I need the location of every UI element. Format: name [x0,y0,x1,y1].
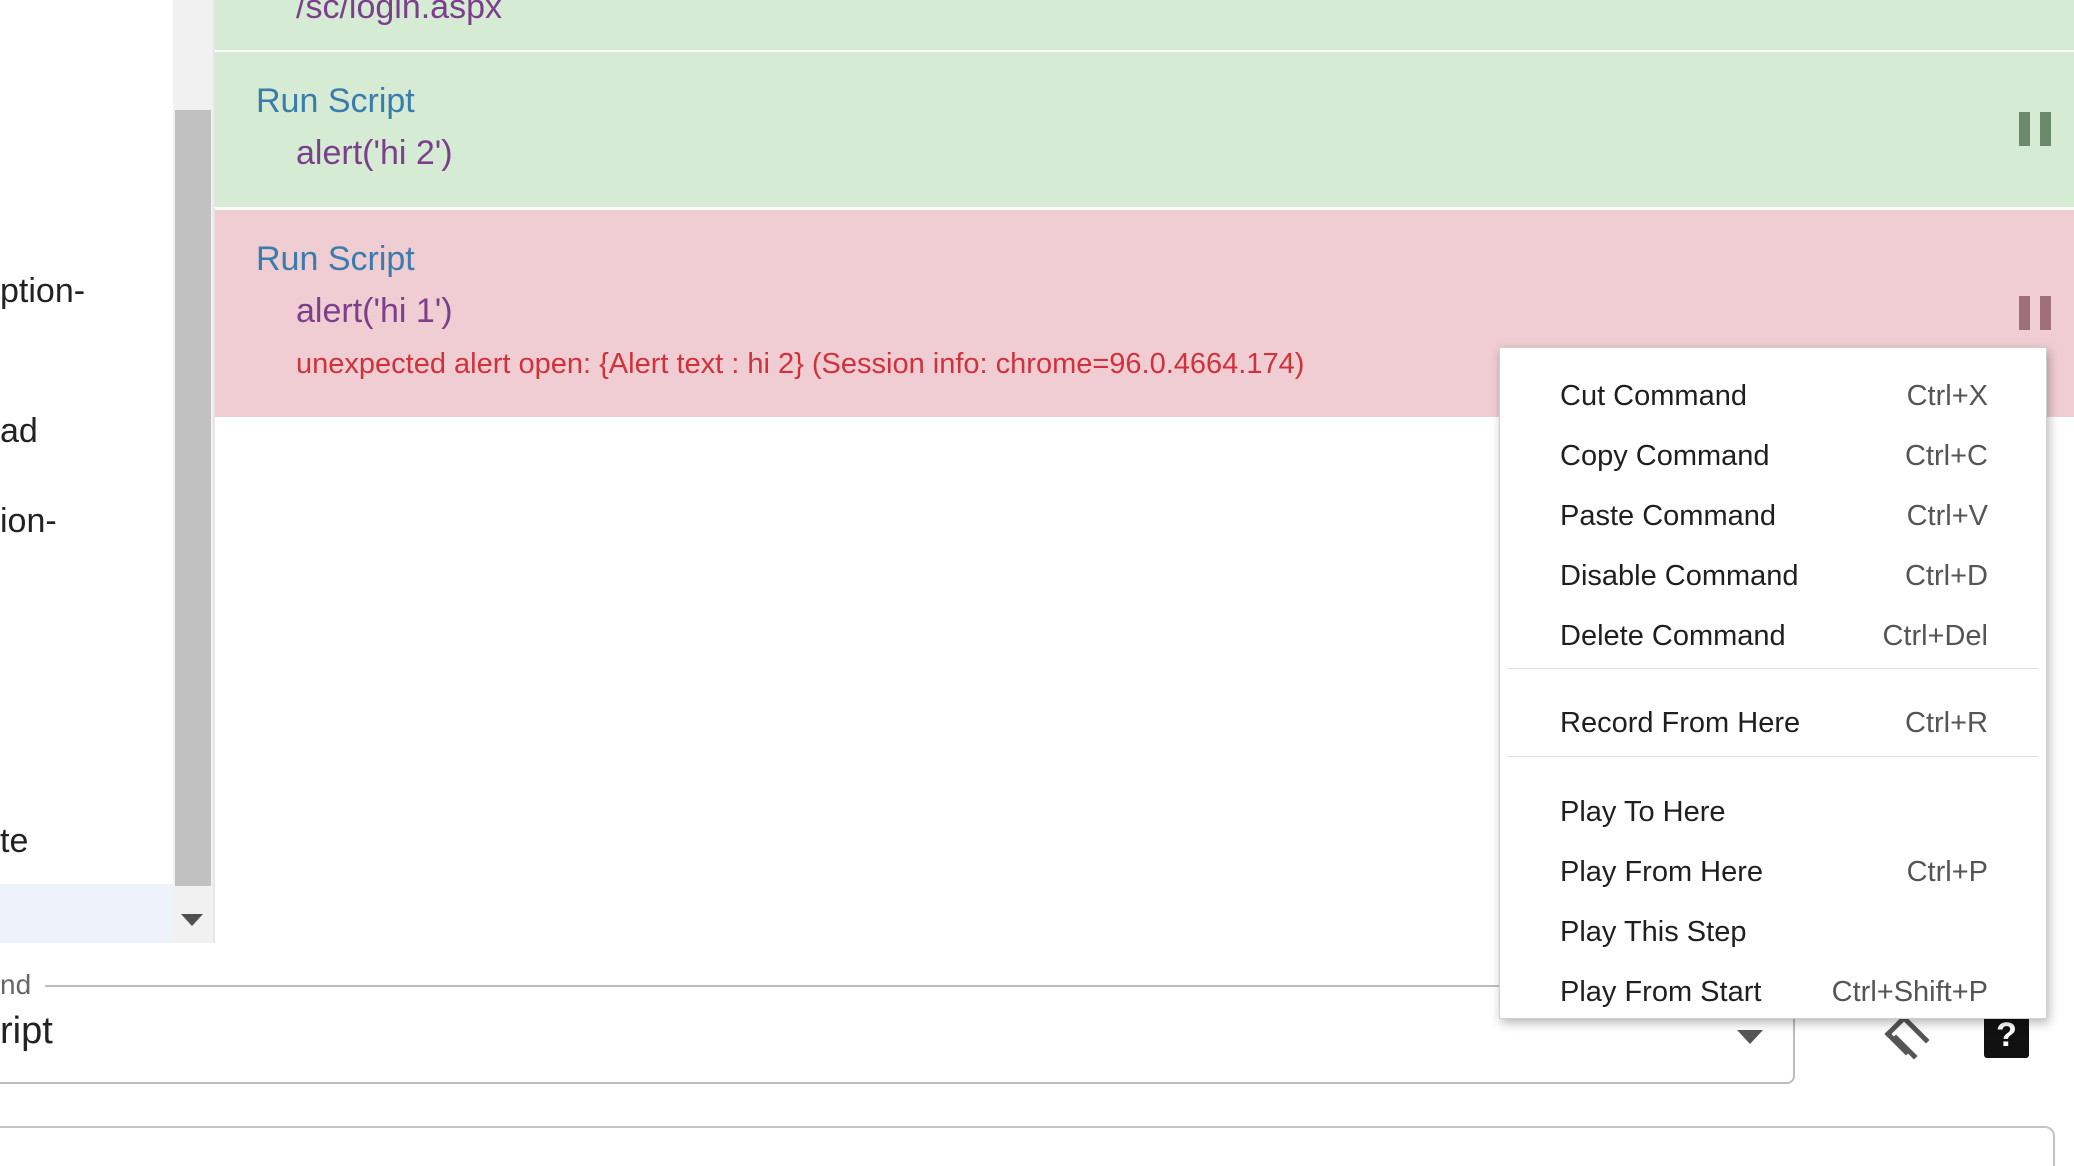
menu-item-label: Play From Start [1560,976,1762,1008]
menu-item-shortcut: Ctrl+Del [1882,620,1988,652]
context-menu: Cut Command Ctrl+X Copy Command Ctrl+C P… [1499,347,2047,1019]
pause-icon[interactable] [2019,296,2051,330]
menu-item-label: Disable Command [1560,560,1799,592]
menu-item-play-from-start[interactable]: Play From Start Ctrl+Shift+P [1500,966,2046,1024]
menu-item-cut-command[interactable]: Cut Command Ctrl+X [1500,370,2046,428]
menu-separator [1508,668,2038,669]
sidebar-item-selected[interactable] [0,884,173,943]
menu-item-label: Play This Step [1560,916,1747,948]
command-field-label: nd [0,969,32,1001]
menu-item-shortcut: Ctrl+X [1906,380,1988,412]
command-error-message: unexpected alert open: {Alert text : hi … [296,348,1305,380]
menu-item-play-to-here[interactable]: Play To Here [1500,786,2046,844]
command-target: alert('hi 2') [296,134,453,172]
sidebar-item-label[interactable]: te [0,822,28,861]
menu-item-record-from-here[interactable]: Record From Here Ctrl+R [1500,697,2046,755]
command-target: alert('hi 1') [296,292,453,330]
sidebar-item-label[interactable]: ad [0,412,38,451]
menu-item-shortcut: Ctrl+V [1906,500,1988,532]
menu-item-shortcut: Ctrl+C [1905,440,1988,472]
menu-item-label: Play From Here [1560,856,1764,888]
value-field[interactable] [0,1126,2055,1166]
scroll-down-arrow-icon[interactable] [181,914,203,926]
menu-item-play-from-here[interactable]: Play From Here Ctrl+P [1500,846,2046,904]
pause-icon[interactable] [2019,112,2051,146]
command-name: Run Script [256,82,415,120]
command-row[interactable]: /sc/login.aspx [215,0,2074,50]
menu-item-label: Delete Command [1560,620,1786,652]
command-field-value[interactable]: ript [0,1010,53,1053]
menu-item-shortcut: Ctrl+Shift+P [1831,976,1988,1008]
chevron-down-icon[interactable] [1737,1030,1763,1044]
test-list-sidebar: ption- ad ion- te [0,0,173,943]
menu-item-shortcut: Ctrl+R [1905,707,1988,739]
menu-item-delete-command[interactable]: Delete Command Ctrl+Del [1500,610,2046,668]
menu-item-label: Paste Command [1560,500,1776,532]
scrollbar-thumb[interactable] [175,110,211,886]
menu-item-copy-command[interactable]: Copy Command Ctrl+C [1500,430,2046,488]
menu-item-disable-command[interactable]: Disable Command Ctrl+D [1500,550,2046,608]
menu-item-shortcut: Ctrl+D [1905,560,1988,592]
menu-item-shortcut: Ctrl+P [1906,856,1988,888]
menu-item-label: Play To Here [1560,796,1726,828]
menu-item-label: Copy Command [1560,440,1770,472]
sidebar-item-label[interactable]: ion- [0,502,57,541]
command-target: /sc/login.aspx [296,0,502,26]
sidebar-item-label[interactable]: ption- [0,272,85,311]
menu-item-play-this-step[interactable]: Play This Step [1500,906,2046,964]
command-name: Run Script [256,240,415,278]
menu-separator [1508,756,2038,757]
menu-item-label: Record From Here [1560,707,1801,739]
menu-item-label: Cut Command [1560,380,1747,412]
command-row[interactable]: Run Script alert('hi 2') [215,52,2074,207]
menu-item-paste-command[interactable]: Paste Command Ctrl+V [1500,490,2046,548]
